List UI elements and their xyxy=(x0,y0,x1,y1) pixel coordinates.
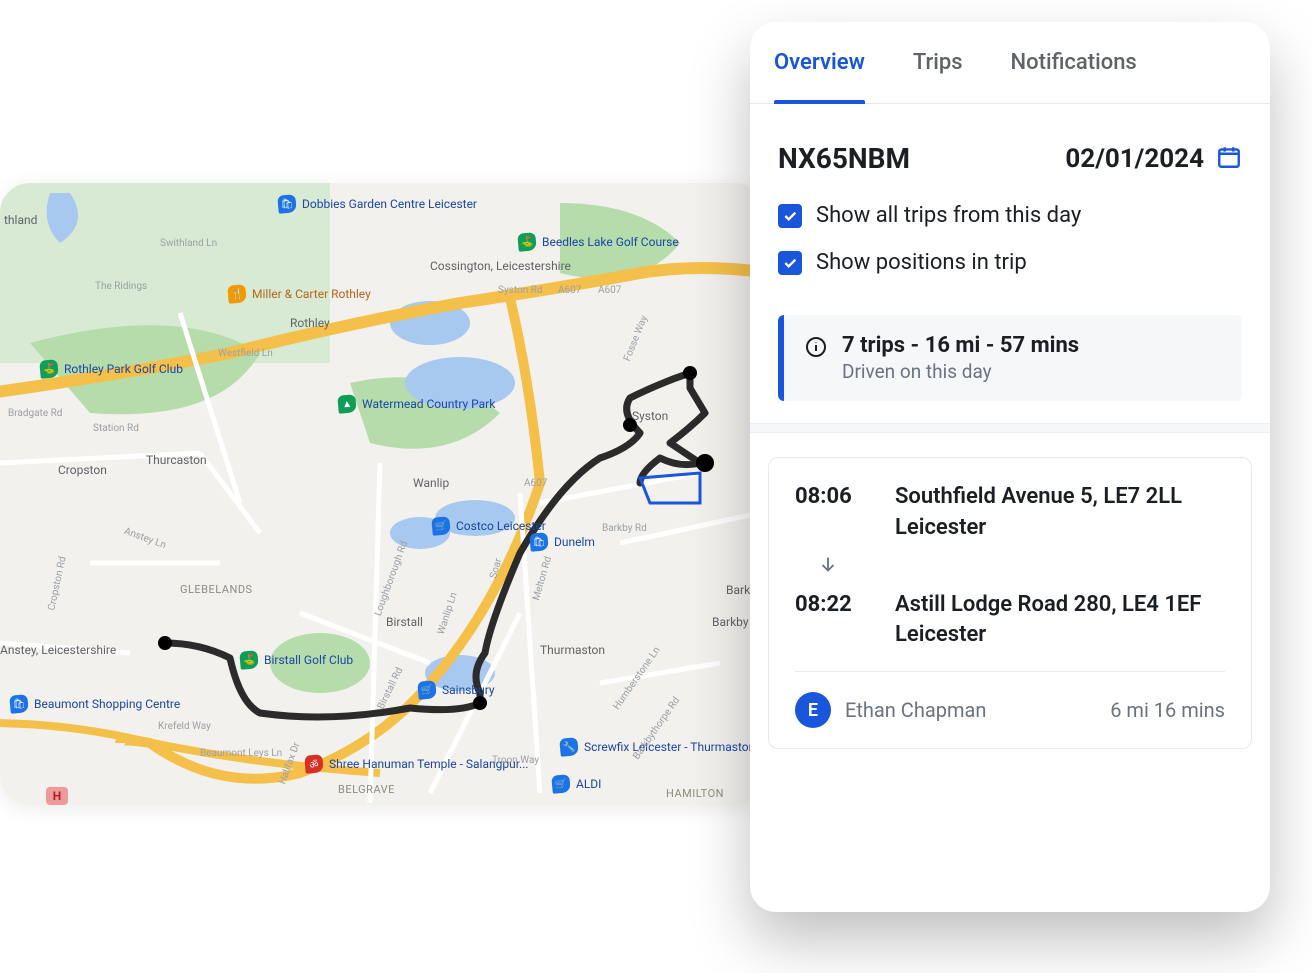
calendar-icon xyxy=(1216,144,1242,174)
map-label: thland xyxy=(4,213,37,227)
map-label: Rothley xyxy=(290,316,330,330)
checkbox-icon xyxy=(778,251,802,275)
restaurant-icon: 🍴 xyxy=(227,284,247,304)
map-poi[interactable]: 🔧Screwfix Leicester - Thurmaston xyxy=(560,738,755,756)
map-road-label: Troon Way xyxy=(492,755,539,766)
shop-icon: 🛍 xyxy=(529,532,549,552)
tab-notifications[interactable]: Notifications xyxy=(1011,50,1137,103)
trip-end-time: 08:22 xyxy=(795,590,869,621)
map-poi[interactable]: 🛒ALDI xyxy=(552,775,601,793)
day-summary: 7 trips - 16 mi - 57 mins Driven on this… xyxy=(778,315,1242,401)
shop-icon: 🛍 xyxy=(9,694,29,714)
avatar: E xyxy=(795,692,831,728)
date-picker[interactable]: 02/01/2024 xyxy=(1065,144,1242,174)
arrow-down-icon xyxy=(795,544,1225,590)
checkbox-label: Show positions in trip xyxy=(816,250,1027,275)
map-road-label: A607 xyxy=(558,285,581,296)
golf-icon: ⛳ xyxy=(39,359,59,379)
summary-sub: Driven on this day xyxy=(842,360,1079,383)
checkbox-label: Show all trips from this day xyxy=(816,203,1081,228)
map-road-label: Westfield Ln xyxy=(218,348,273,359)
map-label: Syston xyxy=(632,409,668,423)
map-label: Cropston xyxy=(58,463,107,477)
map-road-label: Swithland Ln xyxy=(160,238,217,249)
map-label: Thurmaston xyxy=(540,643,605,657)
map-poi[interactable]: 🛒Sainsbury xyxy=(418,681,495,699)
map-road-label: Bradgate Rd xyxy=(8,408,62,419)
map-poi[interactable]: 🛍Dunelm xyxy=(530,533,595,551)
map-road-label: A607 xyxy=(598,285,621,296)
map-poi[interactable]: ⛳Rothley Park Golf Club xyxy=(40,360,183,378)
divider xyxy=(750,423,1270,433)
tab-overview[interactable]: Overview xyxy=(774,50,865,103)
map-poi[interactable]: 🛍Dobbies Garden Centre Leicester xyxy=(278,195,477,213)
map-area-label: HAMILTON xyxy=(666,787,724,800)
temple-icon: ॐ xyxy=(304,754,324,774)
shop-icon: 🛒 xyxy=(551,774,571,794)
map-poi[interactable]: 🛍Beaumont Shopping Centre xyxy=(10,695,180,713)
summary-main: 7 trips - 16 mi - 57 mins xyxy=(842,333,1079,358)
trip-start-time: 08:06 xyxy=(795,482,869,513)
map-label: Thurcaston xyxy=(146,453,207,467)
map-road-label: Syston Rd xyxy=(498,285,543,296)
golf-icon: ⛳ xyxy=(239,650,259,670)
shop-icon: 🛍 xyxy=(277,194,297,214)
map-road-label: Beaumont Leys Ln xyxy=(200,748,282,759)
map-poi[interactable]: 🍴Miller & Carter Rothley xyxy=(228,285,371,303)
details-panel: Overview Trips Notifications NX65NBM 02/… xyxy=(750,22,1270,912)
trip-end-address: Astill Lodge Road 280, LE4 1EF Leicester xyxy=(895,590,1225,652)
checkbox-show-positions[interactable]: Show positions in trip xyxy=(750,246,1270,293)
shop-icon: 🔧 xyxy=(559,737,579,757)
map[interactable]: thland Swithland Ln The Ridings 🛍Dobbies… xyxy=(0,183,764,805)
vehicle-id: NX65NBM xyxy=(778,142,910,175)
tab-trips[interactable]: Trips xyxy=(913,50,963,103)
map-road-label: A607 xyxy=(524,478,547,489)
shop-icon: 🛒 xyxy=(417,680,437,700)
driver-name: Ethan Chapman xyxy=(845,698,986,722)
hospital-icon: H xyxy=(46,787,68,805)
map-area-label: GLEBELANDS xyxy=(180,583,253,596)
checkbox-show-all-trips[interactable]: Show all trips from this day xyxy=(750,185,1270,246)
map-area-label: BELGRAVE xyxy=(338,783,395,796)
trip-start-address: Southfield Avenue 5, LE7 2LL Leicester xyxy=(895,482,1225,544)
map-road-label: Krefeld Way xyxy=(158,721,211,732)
trip-card[interactable]: 08:06 Southfield Avenue 5, LE7 2LL Leice… xyxy=(768,457,1252,749)
date-text: 02/01/2024 xyxy=(1065,144,1204,174)
map-road-label: Barkby Rd xyxy=(602,523,647,534)
shop-icon: 🛒 xyxy=(431,516,451,536)
map-label: Anstey, Leicestershire xyxy=(0,643,116,657)
info-icon xyxy=(804,335,828,363)
checkbox-icon xyxy=(778,204,802,228)
trip-stats: 6 mi 16 mins xyxy=(1110,698,1225,722)
map-poi[interactable]: 🛒Costco Leicester xyxy=(432,517,546,535)
map-poi[interactable]: ▲Watermead Country Park xyxy=(338,395,495,413)
park-icon: ▲ xyxy=(337,394,357,414)
map-poi[interactable]: ⛳Beedles Lake Golf Course xyxy=(518,233,679,251)
map-label: Cossington, Leicestershire xyxy=(430,259,571,273)
trip-driver: E Ethan Chapman xyxy=(795,692,986,728)
golf-icon: ⛳ xyxy=(517,232,537,252)
map-poi[interactable]: ⛳Birstall Golf Club xyxy=(240,651,353,669)
map-label: Wanlip xyxy=(413,476,449,490)
map-road-label: Station Rd xyxy=(93,423,139,434)
map-road-label: The Ridings xyxy=(95,281,147,292)
tab-bar: Overview Trips Notifications xyxy=(750,22,1270,104)
map-label: Birstall xyxy=(386,615,423,629)
